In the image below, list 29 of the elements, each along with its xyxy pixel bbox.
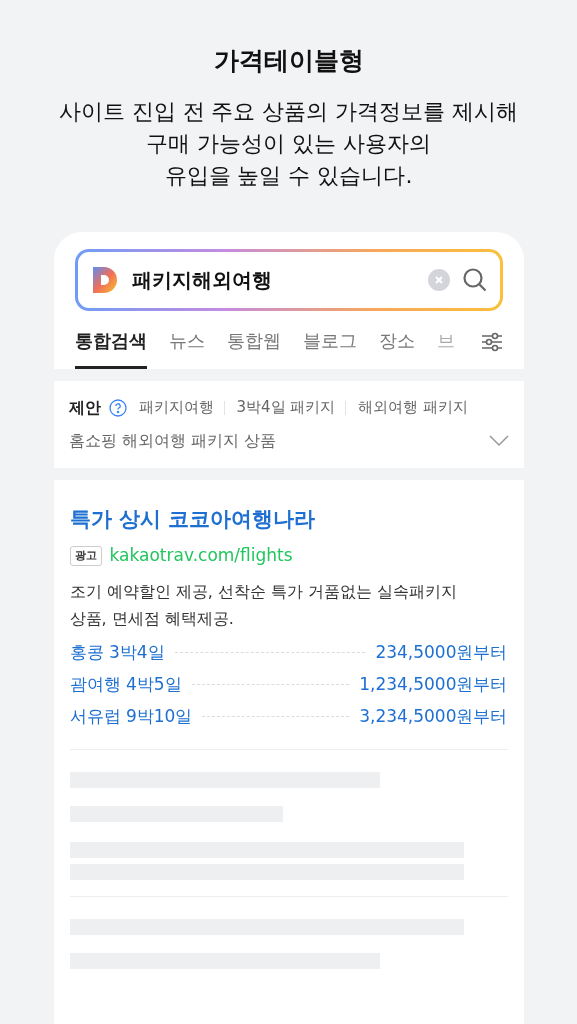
search-tab[interactable]: 장소 xyxy=(378,322,415,369)
suggestion-link[interactable]: 패키지여행 xyxy=(138,396,214,419)
search-icon[interactable] xyxy=(461,266,488,293)
search-field[interactable]: 패키지해외여행 xyxy=(74,248,503,311)
suggestion-label: 제안 xyxy=(68,396,101,419)
price-item-name[interactable]: 홍콩 3박4일 xyxy=(69,639,165,666)
search-tab[interactable]: 뉴스 xyxy=(168,322,205,369)
search-query: 패키지해외여행 xyxy=(131,266,273,294)
price-item-name[interactable]: 괌여행 4박5일 xyxy=(69,671,182,698)
search-tab[interactable]: 통합검색 xyxy=(74,322,147,369)
expand-icon[interactable] xyxy=(488,434,509,447)
page-heading: 가격테이블형 xyxy=(213,45,364,77)
price-item-name[interactable]: 서유럽 9박10일 xyxy=(69,703,193,730)
price-value: 3,234,5000원부터 xyxy=(359,704,508,728)
description-line: 구매 가능성이 있는 사용자의 xyxy=(146,129,431,158)
search-tab[interactable]: 통합웹 xyxy=(226,322,281,369)
search-tab[interactable]: 블로그 xyxy=(302,322,357,369)
description-line: 사이트 진입 전 주요 상품의 가격정보를 제시해 xyxy=(58,97,519,126)
ad-title[interactable]: 특가 상시 코코아여행나라 xyxy=(69,503,508,535)
suggestion-link[interactable]: 3박4일 패키지 xyxy=(236,396,336,419)
filter-icon[interactable] xyxy=(480,330,503,353)
suggestion-link[interactable]: 홈쇼핑 해외여행 패키지 상품 xyxy=(68,428,276,453)
suggestion-link[interactable]: 해외여행 패키지 xyxy=(358,396,469,419)
price-value: 1,234,5000원부터 xyxy=(359,672,508,696)
price-value: 234,5000원부터 xyxy=(375,640,508,664)
ad-badge: 광고 xyxy=(69,545,102,566)
ad-description: 조기 예약할인 제공, 선착순 특가 거품없는 실속패키지 상품, 면세점 혜택제공. xyxy=(69,580,459,630)
description-line: 유입을 높일 수 있습니다. xyxy=(164,161,413,190)
help-icon[interactable] xyxy=(108,398,127,417)
